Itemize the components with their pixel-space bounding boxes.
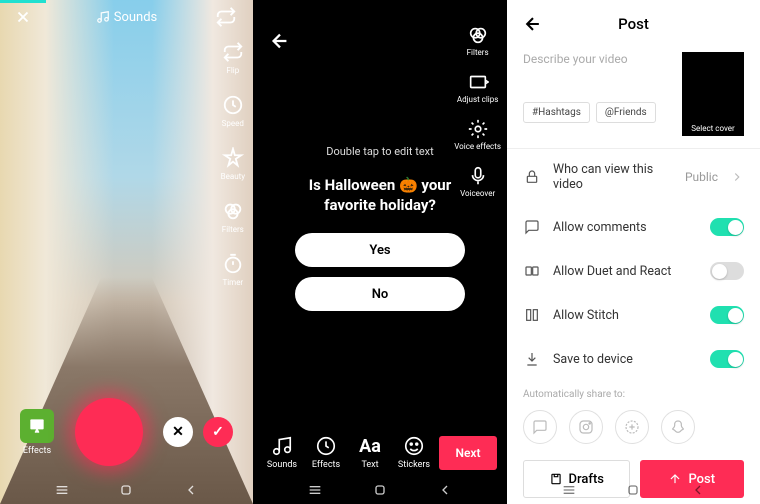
nav-back-icon[interactable] — [437, 482, 453, 498]
comments-toggle[interactable] — [710, 218, 744, 236]
filters-tool[interactable]: Filters — [221, 199, 245, 234]
stickers-tool[interactable]: Stickers — [395, 435, 433, 470]
text-tool[interactable]: AaText — [351, 436, 389, 470]
share-label: Automatically share to: — [507, 381, 760, 410]
hashtags-button[interactable]: #Hashtags — [523, 102, 590, 123]
share-message-icon[interactable] — [523, 410, 557, 444]
duet-toggle[interactable] — [710, 262, 744, 280]
privacy-setting[interactable]: Who can view this video Public — [507, 149, 760, 205]
description-input[interactable]: Describe your video — [523, 52, 672, 66]
share-snapchat-icon[interactable] — [661, 410, 695, 444]
comment-icon — [523, 219, 541, 235]
comments-setting: Allow comments — [507, 205, 760, 249]
sounds-label: Sounds — [114, 10, 158, 25]
sounds-tool[interactable]: Sounds — [263, 435, 301, 470]
share-stories-icon[interactable] — [615, 410, 649, 444]
voice-effects-tool[interactable]: Voice effects — [454, 118, 501, 151]
select-cover-button[interactable]: Select cover — [682, 52, 744, 136]
stitch-icon — [523, 307, 541, 323]
sounds-button[interactable]: Sounds — [96, 10, 158, 25]
filters-tool[interactable]: Filters — [467, 24, 489, 57]
nav-home-icon[interactable] — [625, 482, 641, 498]
android-nav — [253, 476, 507, 504]
adjust-clips-tool[interactable]: Adjust clips — [457, 71, 498, 104]
next-button[interactable]: Next — [439, 436, 497, 470]
effects-label: Effects — [23, 446, 51, 456]
nav-back-icon[interactable] — [183, 482, 199, 498]
nav-recents-icon[interactable] — [54, 482, 70, 498]
nav-back-icon[interactable] — [690, 482, 706, 498]
save-setting: Save to device — [507, 337, 760, 381]
beauty-tool[interactable]: Beauty — [221, 146, 245, 181]
voiceover-tool[interactable]: Voiceover — [460, 165, 495, 198]
chevron-right-icon — [730, 170, 744, 184]
timer-tool[interactable]: Timer — [221, 252, 245, 287]
flip-tool[interactable]: Flip — [221, 40, 245, 75]
save-toggle[interactable] — [710, 350, 744, 368]
poll-question[interactable]: Is Halloween 🎃 your favorite holiday? — [283, 176, 477, 215]
cover-label: Select cover — [682, 124, 744, 133]
download-icon — [523, 351, 541, 367]
nav-recents-icon[interactable] — [307, 482, 323, 498]
cancel-button[interactable]: ✕ — [163, 417, 193, 447]
edit-hint: Double tap to edit text — [283, 145, 477, 158]
poll-yes-button[interactable]: Yes — [295, 233, 465, 267]
duet-setting: Allow Duet and React — [507, 249, 760, 293]
effects-button[interactable]: Effects — [20, 409, 54, 456]
page-title: Post — [523, 15, 744, 33]
nav-home-icon[interactable] — [118, 482, 134, 498]
stitch-setting: Allow Stitch — [507, 293, 760, 337]
nav-home-icon[interactable] — [372, 482, 388, 498]
flip-icon[interactable] — [215, 6, 239, 28]
stitch-toggle[interactable] — [710, 306, 744, 324]
share-instagram-icon[interactable] — [569, 410, 603, 444]
record-button[interactable] — [75, 398, 143, 466]
lock-icon — [523, 169, 541, 185]
nav-recents-icon[interactable] — [561, 482, 577, 498]
speed-tool[interactable]: Speed — [221, 93, 245, 128]
poll-no-button[interactable]: No — [295, 277, 465, 311]
effects-tool[interactable]: Effects — [307, 435, 345, 470]
record-progress — [0, 0, 46, 3]
confirm-button[interactable]: ✓ — [203, 417, 233, 447]
back-button[interactable] — [269, 30, 291, 52]
close-icon[interactable] — [14, 8, 38, 26]
android-nav — [0, 476, 253, 504]
android-nav — [507, 476, 760, 504]
friends-button[interactable]: @Friends — [596, 102, 656, 123]
duet-icon — [523, 263, 541, 279]
